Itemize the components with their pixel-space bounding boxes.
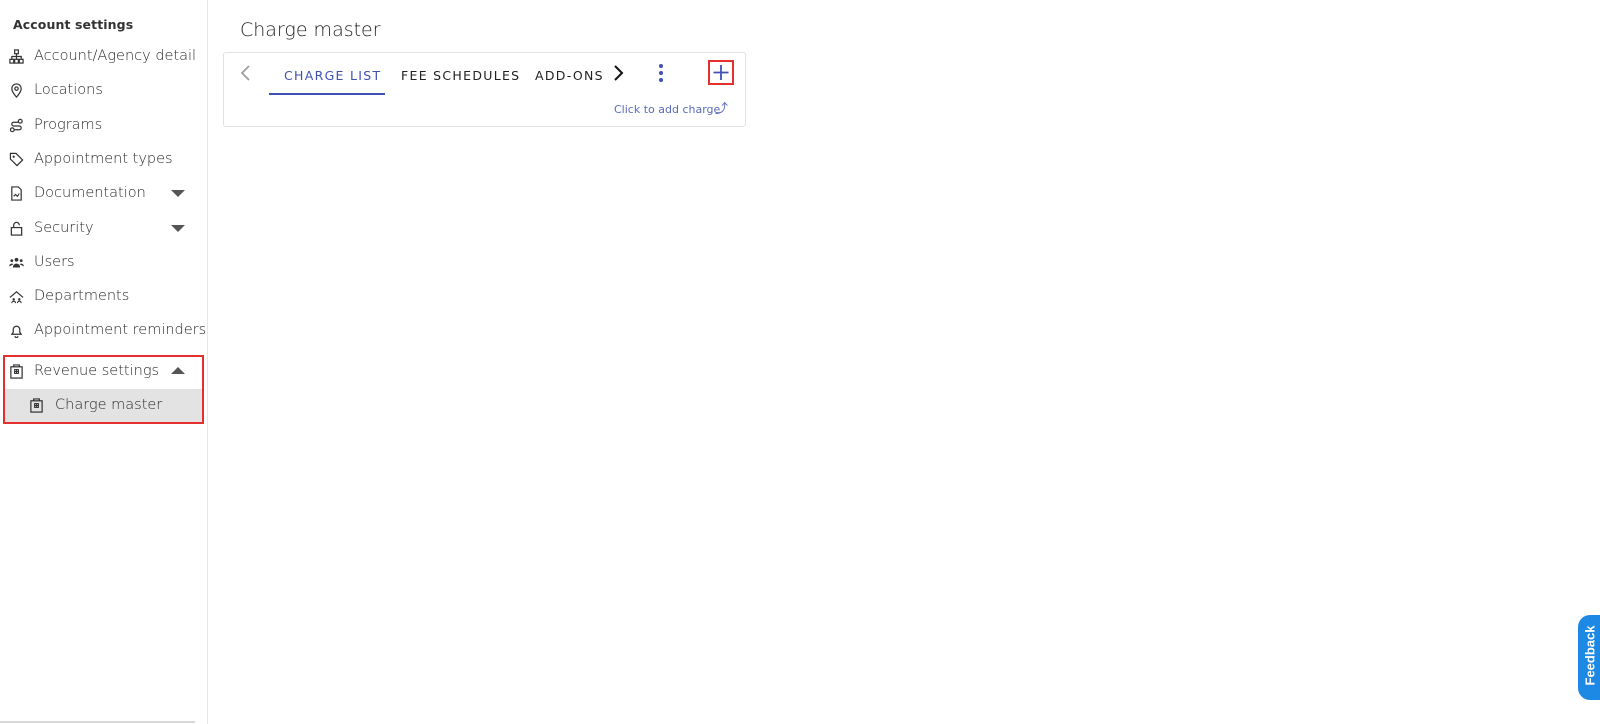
document-icon bbox=[11, 186, 22, 201]
chevron-down-icon[interactable] bbox=[171, 225, 185, 232]
sidebar-subitem-charge-master[interactable]: Charge master bbox=[5, 389, 202, 422]
sidebar-item-label: Revenue settings bbox=[34, 363, 160, 379]
chevron-left-icon[interactable] bbox=[236, 63, 256, 83]
lock-icon bbox=[10, 221, 23, 236]
sidebar-item-programs[interactable]: Programs bbox=[0, 108, 205, 143]
chevron-up-icon[interactable] bbox=[171, 367, 185, 374]
sidebar: Account settings Account/Agency detail L… bbox=[0, 0, 208, 724]
sidebar-item-appointment-types[interactable]: Appointment types bbox=[0, 142, 205, 177]
feedback-label: Feedback bbox=[1582, 625, 1598, 686]
sidebar-item-label: Appointment types bbox=[34, 151, 173, 167]
page-title: Charge master bbox=[240, 19, 381, 41]
sidebar-item-account-agency-detail[interactable]: Account/Agency detail bbox=[0, 39, 205, 74]
building-icon bbox=[30, 398, 43, 413]
departments-icon bbox=[9, 291, 24, 304]
route-icon bbox=[9, 118, 23, 133]
sidebar-item-documentation[interactable]: Documentation bbox=[0, 176, 205, 211]
tab-add-ons[interactable]: ADD-ONS bbox=[535, 68, 604, 83]
sidebar-item-revenue-settings[interactable]: Revenue settings bbox=[0, 354, 205, 389]
sidebar-item-label: Account/Agency detail bbox=[34, 48, 197, 64]
users-icon bbox=[9, 257, 24, 268]
add-charge-button[interactable] bbox=[708, 60, 734, 85]
sidebar-item-label: Users bbox=[34, 254, 75, 270]
sidebar-item-locations[interactable]: Locations bbox=[0, 73, 205, 108]
tag-icon bbox=[9, 152, 24, 167]
sidebar-item-label: Security bbox=[34, 220, 94, 236]
feedback-button[interactable]: Feedback bbox=[1578, 615, 1600, 700]
tab-charge-list[interactable]: CHARGE LIST bbox=[284, 68, 381, 83]
sidebar-item-label: Programs bbox=[34, 117, 103, 133]
curved-arrow-icon: ⤴ bbox=[715, 101, 729, 116]
active-tab-indicator bbox=[269, 93, 385, 95]
sidebar-item-label: Locations bbox=[34, 82, 103, 98]
add-charge-hint: Click to add charge bbox=[614, 103, 721, 116]
sidebar-item-users[interactable]: Users bbox=[0, 245, 205, 280]
tab-fee-schedules[interactable]: FEE SCHEDULES bbox=[401, 68, 520, 83]
org-chart-icon bbox=[9, 49, 24, 64]
sidebar-item-label: Appointment reminders bbox=[34, 322, 207, 338]
chevron-right-icon[interactable] bbox=[609, 63, 629, 83]
plus-icon bbox=[713, 65, 729, 80]
charge-master-card: CHARGE LIST FEE SCHEDULES ADD-ONS Click … bbox=[223, 52, 746, 127]
sidebar-heading: Account settings bbox=[13, 17, 134, 32]
sidebar-item-security[interactable]: Security bbox=[0, 211, 205, 246]
bell-icon bbox=[10, 325, 23, 338]
location-pin-icon bbox=[11, 83, 22, 98]
sidebar-item-appointment-reminders[interactable]: Appointment reminders bbox=[0, 313, 207, 348]
sidebar-scrollbar[interactable] bbox=[0, 721, 195, 723]
more-vert-icon[interactable] bbox=[656, 62, 666, 84]
sidebar-item-label: Departments bbox=[34, 288, 130, 304]
chevron-down-icon[interactable] bbox=[171, 190, 185, 197]
building-icon bbox=[10, 364, 23, 379]
sidebar-item-departments[interactable]: Departments bbox=[0, 279, 205, 314]
sidebar-subitem-label: Charge master bbox=[55, 397, 163, 413]
sidebar-item-label: Documentation bbox=[34, 185, 146, 201]
